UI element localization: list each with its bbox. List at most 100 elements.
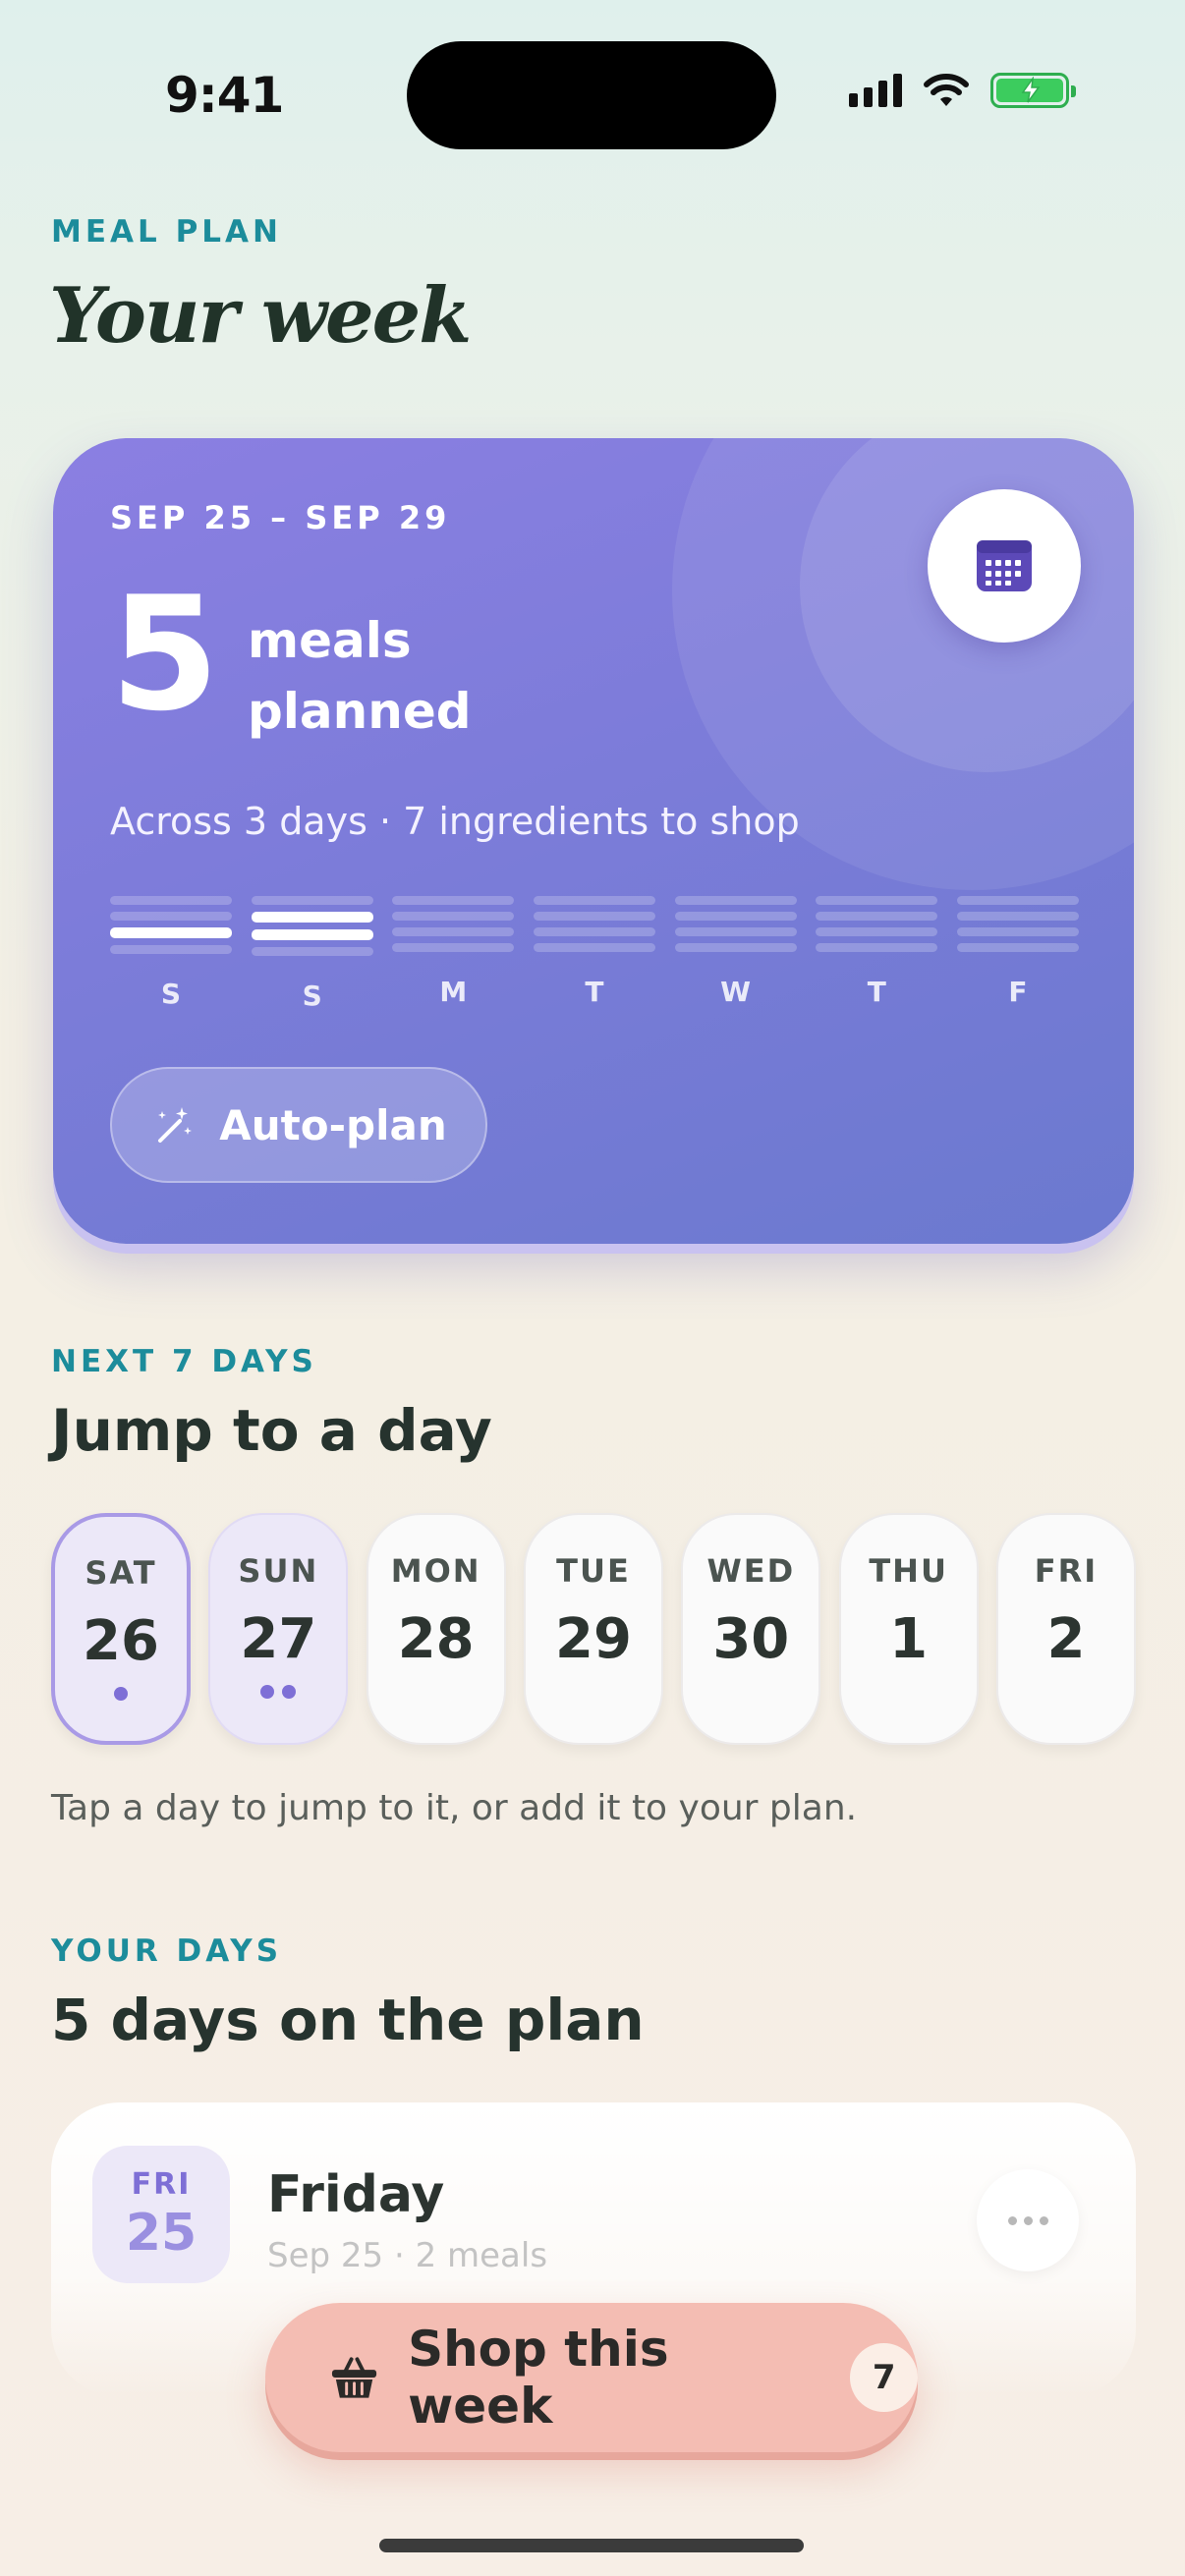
dynamic-island [407,41,776,149]
day-pill[interactable]: THU 1 [838,1513,979,1745]
meal-slot [956,912,1079,921]
day-picker: SAT 26 SUN 27 MON 28 TUE 29 WED 30 THU 1 FRI 2 [51,1513,1136,1745]
meal-slot [533,896,655,905]
wifi-icon [924,74,969,106]
shop-this-week-button[interactable]: Shop this week 7 [265,2303,918,2452]
week-day-column: T [816,896,938,1012]
week-day-letter: F [1008,976,1028,1008]
meal-slot [674,943,797,952]
meal-slot [392,896,515,905]
meal-slot [533,943,655,952]
week-summary-card[interactable]: SEP 25 – SEP 29 5 meals planned Across 3… [53,438,1134,1244]
more-options-button[interactable] [977,2169,1079,2271]
status-icons [849,73,1076,108]
week-day-letter: S [302,980,322,1012]
battery-icon [990,73,1076,108]
date-range: SEP 25 – SEP 29 [110,499,451,536]
day-pill[interactable]: SAT 26 [51,1513,191,1745]
day-pill-weekday: SAT [85,1554,157,1592]
jump-section-title: Jump to a day [51,1397,492,1464]
day-pill-date: 2 [1046,1607,1086,1671]
header-eyebrow: MEAL PLAN [51,214,282,250]
week-day-column: T [533,896,655,1012]
meal-slot-lines [533,896,655,952]
more-icon [1007,2215,1017,2225]
week-day-letter: T [867,976,886,1008]
day-pill-weekday: TUE [556,1552,631,1590]
meal-slot-lines [674,896,797,952]
day-pill-date: 29 [555,1607,632,1671]
meal-slot [674,912,797,921]
signal-icon [849,74,902,107]
meal-count: 5 [110,562,220,746]
date-chip-day: 25 [125,2203,198,2263]
shop-label: Shop this week [408,2321,669,2435]
day-pill[interactable]: WED 30 [681,1513,821,1745]
meal-slot [251,912,373,923]
meal-slot [674,896,797,905]
meal-slot [533,927,655,936]
meal-slot [392,912,515,921]
shop-count-badge: 7 [850,2343,918,2412]
day-pill-date: 30 [712,1607,790,1671]
meal-slot [392,927,515,936]
date-chip: FRI 25 [92,2146,230,2283]
your-days-title: 5 days on the plan [51,1987,645,2053]
date-chip-weekday: FRI [131,2166,192,2202]
week-day-letter: T [585,976,604,1008]
week-day-column: W [674,896,797,1012]
meal-dot [260,1685,275,1699]
day-pill-date: 26 [83,1609,159,1673]
week-day-letter: W [720,976,752,1008]
meal-slot-lines [110,896,232,954]
your-days-eyebrow: YOUR DAYS [51,1933,283,1969]
day-pill-date: 1 [889,1607,929,1671]
day-pill[interactable]: SUN 27 [208,1513,349,1745]
week-meal-bars: SSMTWTF [110,896,1079,1012]
status-time: 9:41 [165,67,284,124]
day-picker-hint: Tap a day to jump to it, or add it to yo… [51,1788,858,1828]
auto-plan-label: Auto-plan [219,1100,447,1149]
meal-slot [251,929,373,940]
meal-slot [816,943,938,952]
meal-slot [956,927,1079,936]
meal-slot [674,927,797,936]
day-pill-weekday: FRI [1034,1552,1099,1590]
meal-dots [260,1685,297,1699]
meal-slot [110,945,232,954]
plan-day-sub: Sep 25 · 2 meals [267,2236,548,2275]
day-pill-weekday: SUN [238,1552,319,1590]
week-day-column: F [956,896,1079,1012]
day-pill[interactable]: MON 28 [366,1513,506,1745]
week-day-column: M [392,896,515,1012]
meal-slot [110,912,232,921]
day-pill[interactable]: FRI 2 [995,1513,1136,1745]
meal-slot [110,927,232,938]
day-pill-date: 27 [240,1607,317,1671]
meal-slot [251,896,373,905]
auto-plan-button[interactable]: Auto-plan [110,1067,487,1183]
week-day-letter: S [160,978,182,1010]
day-pill[interactable]: TUE 29 [523,1513,663,1745]
meal-slot-lines [956,896,1079,952]
meal-slot [392,943,515,952]
day-pill-weekday: WED [706,1552,796,1590]
next-days-eyebrow: NEXT 7 DAYS [51,1344,317,1379]
week-day-letter: M [439,976,468,1008]
page-title: Your week [49,271,472,361]
meal-count-label: meals planned [248,612,472,740]
plan-day-name: Friday [267,2165,445,2224]
meal-slot-lines [392,896,515,952]
day-pill-weekday: THU [869,1552,948,1590]
calendar-icon [977,540,1032,591]
day-pill-weekday: MON [390,1552,481,1590]
basket-icon [331,2357,377,2398]
week-day-column: S [251,896,373,1012]
home-indicator[interactable] [379,2539,804,2552]
meal-slot [110,896,232,905]
calendar-button[interactable] [928,489,1081,643]
meal-slot-lines [251,896,373,956]
meal-slot [816,896,938,905]
meal-slot [251,947,373,956]
meal-dot [282,1685,297,1699]
